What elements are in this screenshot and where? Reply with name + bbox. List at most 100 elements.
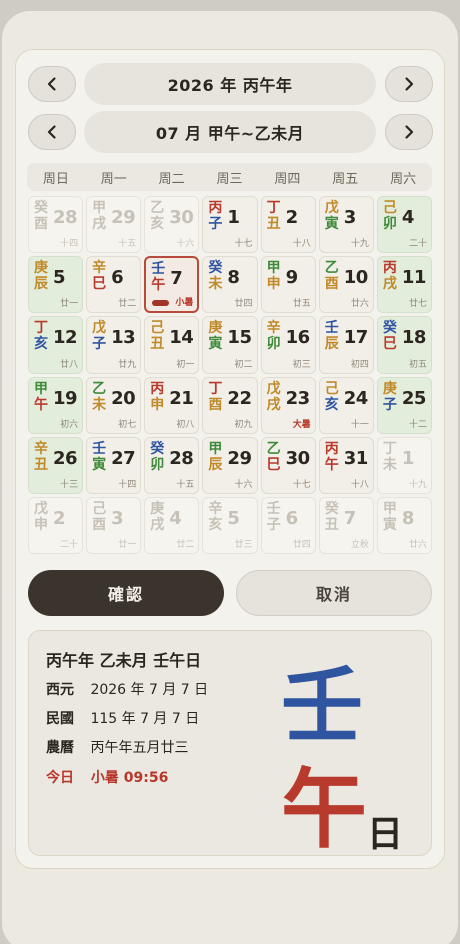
- day-cell-selected[interactable]: 壬午 7 小暑: [144, 256, 200, 314]
- cancel-button[interactable]: 取消: [236, 570, 432, 616]
- lunar-day: 初三: [292, 359, 311, 370]
- day-cell[interactable]: 辛丑 26 十三: [28, 436, 84, 494]
- day-number: 21: [169, 387, 194, 409]
- day-cell[interactable]: 己丑 14 初一: [144, 316, 200, 374]
- heavenly-stem: 甲: [382, 500, 397, 517]
- heavenly-stem: 乙: [92, 380, 107, 397]
- day-cell[interactable]: 乙酉 10 廿六: [318, 256, 374, 314]
- day-cell[interactable]: 甲申 9 廿五: [260, 256, 316, 314]
- day-cell[interactable]: 癸丑 7 立秋: [318, 496, 374, 554]
- lunar-day: 十一: [350, 419, 369, 430]
- lunar-day: 十四: [118, 479, 137, 490]
- day-cell[interactable]: 乙未 20 初七: [86, 376, 142, 434]
- gregorian-value: 2026 年 7 月 7 日: [90, 682, 209, 698]
- day-cell[interactable]: 丙戌 11 廿七: [376, 256, 432, 314]
- heavenly-stem: 己: [92, 500, 107, 517]
- prev-year-button[interactable]: [28, 66, 76, 102]
- earthly-branch: 未: [92, 396, 107, 413]
- next-year-button[interactable]: [385, 66, 433, 102]
- chevron-left-icon: [47, 77, 56, 91]
- lunar-day: 廿七: [408, 299, 427, 310]
- day-cell[interactable]: 戊寅 3 十九: [318, 196, 374, 254]
- day-number: 3: [343, 207, 357, 228]
- day-cell[interactable]: 丙午 31 十八: [318, 436, 374, 494]
- day-ganzhi: 庚辰: [34, 260, 48, 292]
- day-cell[interactable]: 壬子 6 廿四: [260, 496, 316, 554]
- weekday-label: 周四: [274, 171, 301, 187]
- confirm-button[interactable]: 確認: [28, 570, 224, 616]
- heavenly-stem: 己: [324, 380, 339, 397]
- earthly-branch: 申: [150, 396, 165, 413]
- minguo-row: 民國 115 年 7 月 7 日: [46, 708, 199, 728]
- day-number: 25: [401, 387, 427, 409]
- day-cell[interactable]: 甲辰 29 十六: [202, 436, 258, 494]
- today-label: 今日: [46, 770, 74, 786]
- day-cell[interactable]: 丁丑 2 十八: [260, 196, 316, 254]
- day-cell[interactable]: 壬辰 17 初四: [318, 316, 374, 374]
- day-cell[interactable]: 癸酉 28 十四: [28, 196, 84, 254]
- day-cell[interactable]: 辛巳 6 廿二: [86, 256, 142, 314]
- month-title[interactable]: 07 月 甲午~乙未月: [84, 111, 376, 153]
- earthly-branch: 辰: [324, 336, 339, 353]
- day-cell[interactable]: 甲戌 29 十五: [86, 196, 142, 254]
- day-cell[interactable]: 辛卯 16 初三: [260, 316, 316, 374]
- year-title[interactable]: 2026 年 丙午年: [84, 63, 376, 105]
- earthly-branch: 寅: [92, 456, 107, 473]
- day-ganzhi: 甲申: [267, 260, 281, 292]
- day-cell[interactable]: 乙亥 30 十六: [144, 196, 200, 254]
- heavenly-stem: 辛: [34, 440, 48, 457]
- day-cell[interactable]: 乙巳 30 十七: [260, 436, 316, 494]
- earthly-branch: 亥: [150, 216, 165, 232]
- day-number: 3: [111, 507, 124, 529]
- lunar-day: 初二: [234, 359, 253, 370]
- day-cell[interactable]: 庚寅 15 初二: [202, 316, 258, 374]
- day-cell[interactable]: 丙子 1 十七: [202, 196, 258, 254]
- day-cell[interactable]: 癸卯 28 十五: [144, 436, 200, 494]
- gregorian-row: 西元 2026 年 7 月 7 日: [46, 679, 208, 699]
- day-ganzhi: 丙午: [325, 441, 339, 473]
- day-cell[interactable]: 己卯 4 二十: [376, 196, 432, 254]
- day-cell[interactable]: 己亥 24 十一: [318, 376, 374, 434]
- day-cell[interactable]: 戊戌 23 大暑: [260, 376, 316, 434]
- earthly-branch: 亥: [208, 516, 223, 533]
- earthly-branch: 酉: [208, 396, 223, 413]
- day-ganzhi: 癸酉: [34, 200, 48, 232]
- day-ganzhi: 丙子: [208, 200, 222, 232]
- heavenly-stem: 戊: [324, 200, 339, 216]
- lunar-day: 立秋: [350, 540, 369, 550]
- lunar-day: 廿二: [118, 299, 137, 310]
- day-number: 31: [343, 447, 369, 469]
- earthly-branch: 丑: [324, 516, 339, 533]
- prev-month-button[interactable]: [28, 114, 76, 150]
- earthly-branch: 子: [92, 336, 107, 353]
- heavenly-stem: 癸: [150, 440, 165, 457]
- day-cell[interactable]: 壬寅 27 十四: [86, 436, 142, 494]
- day-cell[interactable]: 戊子 13 廿九: [86, 316, 142, 374]
- lunar-day: 廿六: [350, 299, 369, 310]
- day-ganzhi: 戊子: [92, 320, 106, 352]
- earthly-branch: 子: [208, 216, 223, 232]
- lunar-day: 初四: [350, 359, 369, 370]
- today-indicator: [152, 300, 170, 307]
- day-number: 24: [343, 387, 369, 409]
- weekday-label: 周六: [390, 171, 417, 187]
- day-cell[interactable]: 庚戌 4 廿二: [144, 496, 200, 554]
- day-cell[interactable]: 癸巳 18 初五: [376, 316, 432, 374]
- next-month-button[interactable]: [385, 114, 433, 150]
- day-cell[interactable]: 丁亥 12 廿八: [28, 316, 84, 374]
- day-cell[interactable]: 丙申 21 初八: [144, 376, 200, 434]
- day-cell[interactable]: 庚辰 5 廿一: [28, 256, 84, 314]
- day-cell[interactable]: 庚子 25 十二: [376, 376, 432, 434]
- day-cell[interactable]: 甲寅 8 廿六: [376, 496, 432, 554]
- earthly-branch: 戌: [92, 216, 107, 232]
- day-cell[interactable]: 甲午 19 初六: [28, 376, 84, 434]
- day-number: 7: [170, 268, 183, 290]
- day-cell[interactable]: 癸未 8 廿四: [202, 256, 258, 314]
- day-cell[interactable]: 丁酉 22 初九: [202, 376, 258, 434]
- day-cell[interactable]: 戊申 2 二十: [28, 496, 84, 554]
- day-cell[interactable]: 辛亥 5 廿三: [202, 496, 258, 554]
- day-ganzhi: 己丑: [150, 320, 164, 352]
- heavenly-stem: 甲: [34, 380, 48, 397]
- day-cell[interactable]: 丁未 1 十九: [376, 436, 432, 494]
- day-cell[interactable]: 己酉 3 廿一: [86, 496, 142, 554]
